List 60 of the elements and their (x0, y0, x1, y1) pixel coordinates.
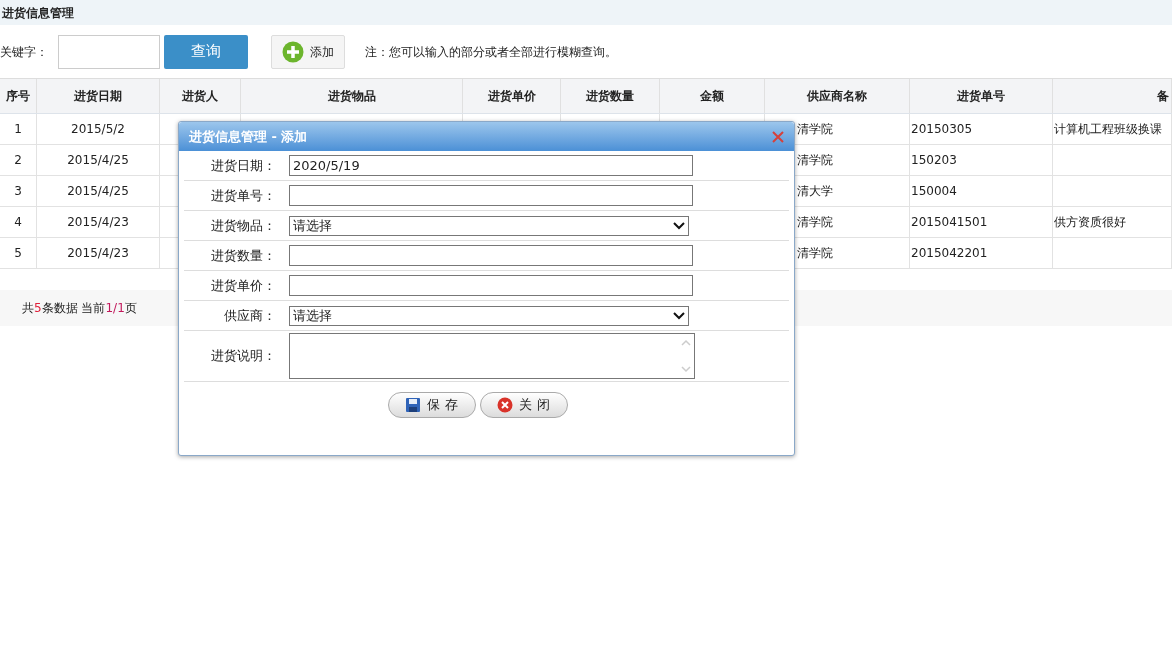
column-header: 备 (1053, 79, 1172, 113)
column-header: 进货日期 (37, 79, 160, 113)
table-cell-text: 3 (14, 183, 22, 200)
table-cell-text: 供方资质很好 (1054, 214, 1126, 231)
table-cell-text: 2015/4/23 (67, 245, 129, 262)
table-cell-text: 20150305 (911, 121, 973, 138)
chevron-icon (673, 311, 685, 320)
field-label: 进货日期： (210, 156, 276, 175)
save-button[interactable]: 保 存 (387, 392, 476, 418)
column-header: 金额 (660, 79, 765, 113)
table-cell-text: 150004 (911, 183, 957, 200)
table-cell-text: 清学院 (797, 214, 833, 231)
page-title: 进货信息管理 (2, 4, 74, 22)
column-header: 进货人 (160, 79, 241, 113)
page-info: 共5条数据 当前1/1页 (22, 300, 137, 317)
table-cell-text: 2 (14, 152, 22, 169)
search-note: 注：您可以输入的部分或者全部进行模糊查询。 (365, 43, 617, 61)
close-button[interactable]: 关 闭 (479, 392, 568, 418)
dropdown[interactable]: 请选择 (289, 305, 689, 326)
table-cell-text: 1 (14, 121, 22, 138)
chevron-icon (673, 221, 685, 230)
keyword-label: 关键字： (0, 43, 48, 61)
field-label: 进货单号： (210, 186, 276, 205)
table-cell-text: 4 (14, 214, 22, 231)
table-cell-text: 2015/5/2 (71, 121, 125, 138)
field-label: 进货单价： (210, 276, 276, 295)
table-cell-text: 2015/4/25 (67, 183, 129, 200)
cancel-icon (497, 397, 514, 413)
column-header: 进货数量 (561, 79, 660, 113)
search-button[interactable]: 查询 (164, 34, 248, 69)
table-cell-text: 2015/4/23 (67, 214, 129, 231)
table-cell-text: 清大学 (797, 183, 833, 200)
table-cell-text: 清学院 (797, 152, 833, 169)
dropdown[interactable]: 请选择 (289, 215, 689, 236)
table-cell-text: 计算机工程班级换课 (1054, 121, 1162, 138)
keyword-field[interactable] (58, 34, 160, 69)
add-button[interactable]: 添加 (271, 34, 345, 69)
table-cell-text: 2015/4/25 (67, 152, 129, 169)
table-cell-text: 2015042201 (911, 245, 988, 262)
table-cell-text: 150203 (911, 152, 957, 169)
text-area[interactable] (289, 333, 695, 379)
table-cell-text: 5 (14, 245, 22, 262)
input-field[interactable] (289, 245, 693, 266)
column-header: 序号 (0, 79, 37, 113)
field-label: 进货说明： (210, 347, 276, 366)
input-field[interactable] (289, 275, 693, 296)
input-field[interactable]: 2020/5/19 (289, 155, 693, 176)
table-cell-text: 清学院 (797, 245, 833, 262)
field-label: 进货物品： (210, 216, 276, 235)
table-cell-text: 清学院 (797, 121, 833, 138)
column-header: 供应商名称 (765, 79, 910, 113)
input-field[interactable] (289, 185, 693, 206)
field-label: 进货数量： (210, 246, 276, 265)
field-label: 供应商： (223, 306, 276, 325)
column-header: 进货单号 (910, 79, 1053, 113)
column-header: 进货物品 (241, 79, 463, 113)
plus-icon (282, 40, 304, 63)
column-header: 进货单价 (463, 79, 561, 113)
table-cell-text: 2015041501 (911, 214, 988, 231)
dialog-title: 进货信息管理 - 添加 (189, 127, 308, 146)
